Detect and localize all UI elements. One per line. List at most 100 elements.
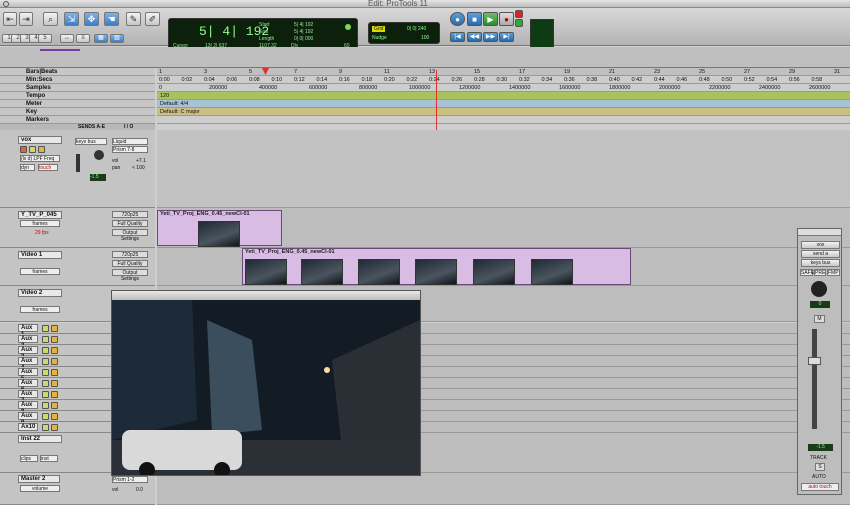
video-clip[interactable]: Yeti_TV_Proj_ENG_0.45_newCl-01 bbox=[157, 210, 282, 247]
solo-button[interactable] bbox=[42, 402, 49, 409]
view-selector[interactable]: frames bbox=[20, 268, 60, 275]
mute-button[interactable] bbox=[51, 413, 58, 420]
mute-button[interactable] bbox=[51, 358, 58, 365]
solo-button[interactable] bbox=[42, 380, 49, 387]
end-value[interactable]: 5| 4| 192 bbox=[294, 29, 313, 35]
slip-button[interactable]: ▧ bbox=[110, 34, 124, 43]
output-settings[interactable]: Output Settings bbox=[112, 269, 148, 282]
send-knob-icon[interactable] bbox=[811, 281, 827, 297]
stop-icon[interactable]: ■ bbox=[467, 12, 482, 26]
zoom-preset-5[interactable]: 5 bbox=[38, 34, 52, 43]
ruler-bars-label[interactable]: Bars|Beats bbox=[0, 68, 155, 76]
video-quality[interactable]: Full Quality bbox=[112, 260, 148, 267]
solo-button[interactable] bbox=[42, 336, 49, 343]
track-name[interactable]: Aux 6 bbox=[18, 379, 38, 393]
track-name[interactable]: Aux 5 bbox=[18, 368, 38, 382]
fader-track[interactable] bbox=[76, 154, 80, 172]
minsecs-ruler[interactable]: 0:00 0:02 0:04 0:06 0:08 0:10 0:12 0:14 0:16 0:18… bbox=[157, 76, 850, 84]
track-name[interactable]: Ax10 bbox=[18, 423, 38, 431]
mute-button[interactable] bbox=[51, 402, 58, 409]
selector-tool-icon[interactable]: ✥ bbox=[84, 12, 99, 26]
record-arm-button[interactable] bbox=[20, 146, 27, 153]
track-header-video-main[interactable]: Y_TV_P_045 29 fps frames 720p25 Full Qua… bbox=[0, 208, 155, 248]
track-playlist-master[interactable] bbox=[157, 473, 850, 505]
ruler-minsecs-label[interactable]: Min:Secs bbox=[0, 76, 155, 84]
solo-button[interactable] bbox=[42, 391, 49, 398]
track-name[interactable]: Video 2 bbox=[18, 289, 62, 297]
grid-value[interactable]: 0| 0| 240 bbox=[407, 26, 426, 32]
tempo-ruler[interactable]: 120 bbox=[157, 92, 850, 100]
track-header-video1[interactable]: Video 1 frames 720p25 Full Quality Outpu… bbox=[0, 248, 155, 286]
pencil-tool-icon[interactable]: ✎ bbox=[126, 12, 141, 26]
ruler-tempo-label[interactable]: Tempo bbox=[0, 92, 155, 100]
shuffle-button[interactable]: ≡ bbox=[76, 34, 90, 43]
fader-track[interactable] bbox=[812, 329, 817, 429]
mixer-send[interactable]: send a bbox=[801, 250, 840, 258]
track-name[interactable]: Video 1 bbox=[18, 251, 62, 259]
nudge-label[interactable]: Nudge bbox=[372, 35, 387, 41]
mute-button[interactable] bbox=[51, 325, 58, 332]
track-name[interactable]: vox bbox=[18, 136, 62, 144]
track-name[interactable]: Aux 1 bbox=[18, 324, 38, 338]
record-icon[interactable]: ● bbox=[499, 12, 514, 26]
end-icon[interactable]: ▶| bbox=[499, 32, 514, 42]
video-window[interactable] bbox=[111, 290, 421, 476]
automation-mode[interactable]: auto touch bbox=[801, 483, 839, 491]
solo-button[interactable] bbox=[42, 369, 49, 376]
track-header-vox[interactable]: vox (lx d) LPF Freq dyn touch keys bus -… bbox=[0, 130, 155, 208]
markers-ruler[interactable] bbox=[157, 116, 850, 124]
vol-value[interactable]: +7.1 bbox=[136, 158, 146, 164]
solo-button[interactable] bbox=[29, 146, 36, 153]
track-name[interactable]: Inst 22 bbox=[18, 435, 62, 443]
video-window-titlebar[interactable] bbox=[112, 291, 420, 300]
send-a[interactable]: keys bus bbox=[75, 138, 107, 145]
meter-ruler[interactable]: Default: 4/4 bbox=[157, 100, 850, 108]
mixer-track-name[interactable]: vox bbox=[801, 241, 840, 249]
ruler-samples-label[interactable]: Samples bbox=[0, 84, 155, 92]
video-format[interactable]: 720p25 bbox=[112, 211, 148, 218]
ruler-meter-label[interactable]: Meter bbox=[0, 100, 155, 108]
track-name[interactable]: Aux 4 bbox=[18, 357, 38, 371]
track-playlist-video-main[interactable]: Yeti_TV_Proj_ENG_0.45_newCl-01 bbox=[157, 208, 850, 248]
safe-button[interactable]: SAFE bbox=[800, 269, 814, 276]
mute-button[interactable] bbox=[38, 146, 45, 153]
grid-button[interactable]: ▦ bbox=[94, 34, 108, 43]
pan-value[interactable]: < 100 bbox=[132, 165, 145, 171]
solo-button[interactable] bbox=[42, 358, 49, 365]
track-name[interactable]: Master 2 bbox=[18, 475, 60, 483]
send-knob-icon[interactable] bbox=[94, 150, 104, 160]
view-selector[interactable]: clips bbox=[20, 455, 38, 462]
nudge-value[interactable]: 100 bbox=[421, 35, 429, 41]
output-selector[interactable]: Prism 7-8 bbox=[112, 146, 148, 153]
video-format[interactable]: 720p25 bbox=[112, 251, 148, 258]
solo-button[interactable] bbox=[42, 424, 49, 431]
rtz-icon[interactable]: |◀ bbox=[450, 32, 465, 42]
grabber-tool-icon[interactable]: ☚ bbox=[104, 12, 119, 26]
video-clip[interactable]: Yeti_TV_Proj_ENG_0.45_newCl-01 bbox=[242, 248, 631, 285]
trimmer-tool-icon[interactable]: ⇲ bbox=[64, 12, 79, 26]
key-ruler[interactable]: Default: C major bbox=[157, 108, 850, 116]
track-name[interactable]: Aux 8 bbox=[18, 401, 38, 415]
mute-button[interactable] bbox=[51, 380, 58, 387]
length-value[interactable]: 0| 0| 000 bbox=[294, 36, 313, 42]
play-icon[interactable]: ▶ bbox=[483, 12, 498, 26]
fast-forward-icon[interactable]: ▶▶ bbox=[483, 32, 498, 42]
video-quality[interactable]: Full Quality bbox=[112, 220, 148, 227]
zoomer-tool-icon[interactable]: ⌕ bbox=[43, 12, 58, 26]
track-name[interactable]: Y_TV_P_045 bbox=[18, 211, 62, 219]
zoom-in-icon[interactable]: ⇥ bbox=[19, 12, 33, 26]
edit-mode-button[interactable]: ↔ bbox=[60, 34, 74, 43]
track-name[interactable]: Aux 7 bbox=[18, 390, 38, 404]
loop-mode-icon[interactable] bbox=[515, 19, 523, 27]
track-name[interactable]: Aux 9 bbox=[18, 412, 38, 426]
pre-button[interactable]: PRE bbox=[814, 269, 826, 276]
track-header-master[interactable]: Master 2 volume Prism 1-2 vol 0.0 bbox=[0, 473, 155, 505]
track-name[interactable]: Aux 2 bbox=[18, 335, 38, 349]
samples-ruler[interactable]: 0 200000 400000 600000 800000 1000000 1200000 1… bbox=[157, 84, 850, 92]
solo-button[interactable] bbox=[42, 413, 49, 420]
mute-button[interactable] bbox=[51, 369, 58, 376]
solo-button[interactable] bbox=[42, 325, 49, 332]
start-value[interactable]: 5| 4| 192 bbox=[294, 22, 313, 28]
close-icon[interactable] bbox=[3, 1, 9, 7]
mixer-strip[interactable]: vox send a keys bus SAFE PRE FMP 0 M -1.… bbox=[797, 228, 842, 495]
